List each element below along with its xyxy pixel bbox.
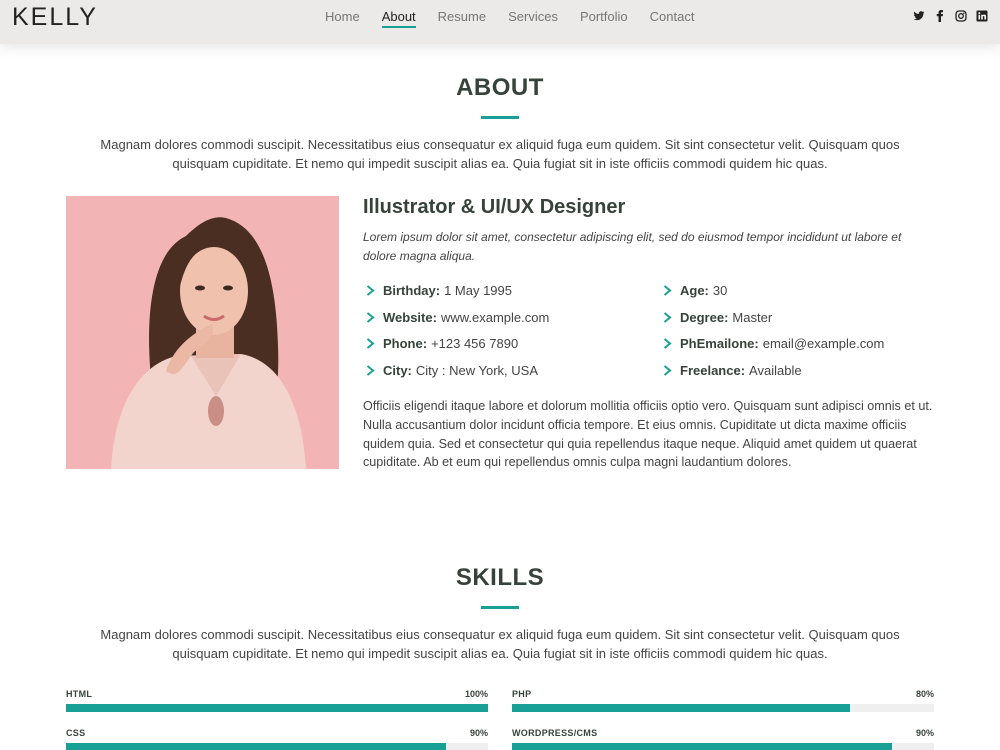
- skills-title: SKILLS: [455, 564, 545, 591]
- info-item-phone: Phone: +123 456 7890: [363, 330, 633, 357]
- profile-photo: [66, 196, 339, 469]
- info-list-right: Age: 30 Degree: Master PhEmailone: email…: [660, 277, 930, 384]
- chevron-right-icon: [363, 338, 383, 349]
- twitter-icon[interactable]: [913, 10, 925, 22]
- chevron-right-icon: [660, 365, 680, 376]
- social-links: [913, 10, 988, 22]
- chevron-right-icon: [660, 338, 680, 349]
- info-item-age: Age: 30: [660, 277, 930, 304]
- skill-progress-track: [512, 704, 934, 712]
- info-key: City:: [383, 362, 412, 378]
- main-nav: Home About Resume Services Portfolio Con…: [314, 0, 705, 44]
- skill-progress-fill: [512, 704, 850, 712]
- info-value: Master: [732, 309, 773, 325]
- info-key: Birthday:: [383, 282, 441, 298]
- about-paragraph: Officiis eligendi itaque labore et dolor…: [363, 399, 933, 470]
- info-value: email@example.com: [762, 336, 885, 352]
- info-item-city: City: City : New York, USA: [363, 357, 633, 384]
- skill-name: WORDPRESS/CMS: [512, 728, 598, 738]
- skill-css: CSS 90%: [66, 728, 488, 750]
- info-value: Available: [749, 362, 802, 378]
- role-lead: Lorem ipsum dolor sit amet, consectetur …: [363, 230, 902, 263]
- skill-value: 90%: [915, 728, 934, 738]
- info-key: PhEmailone:: [680, 336, 759, 352]
- nav-portfolio[interactable]: Portfolio: [569, 0, 639, 44]
- info-value: City : New York, USA: [415, 362, 538, 378]
- info-key: Age:: [680, 282, 709, 298]
- info-key: Website:: [383, 309, 437, 325]
- info-item-email: PhEmailone: email@example.com: [660, 330, 930, 357]
- info-key: Degree:: [680, 309, 729, 325]
- skill-value: 100%: [464, 689, 488, 699]
- skill-wordpress: WORDPRESS/CMS 90%: [512, 728, 934, 750]
- chevron-right-icon: [660, 285, 680, 296]
- skill-progress-track: [66, 704, 488, 712]
- info-key: Freelance:: [680, 362, 746, 378]
- info-item-degree: Degree: Master: [660, 304, 930, 331]
- skill-value: 90%: [469, 728, 488, 738]
- skill-value: 80%: [915, 689, 934, 699]
- about-description: Magnam dolores commodi suscipit. Necessi…: [100, 137, 900, 171]
- skill-php: PHP 80%: [512, 689, 934, 719]
- skills-description: Magnam dolores commodi suscipit. Necessi…: [100, 627, 900, 661]
- skill-progress-fill: [66, 743, 446, 750]
- skill-html: HTML 100%: [66, 689, 488, 719]
- chevron-right-icon: [660, 311, 680, 323]
- chevron-right-icon: [363, 365, 383, 376]
- nav-home[interactable]: Home: [314, 0, 371, 44]
- linkedin-icon[interactable]: [976, 10, 988, 22]
- site-logo[interactable]: KELLY: [12, 3, 98, 32]
- role-title: Illustrator & UI/UX Designer: [363, 196, 626, 218]
- nav-about[interactable]: About: [371, 0, 427, 44]
- nav-contact[interactable]: Contact: [639, 0, 706, 44]
- about-title-underline: [481, 116, 519, 119]
- skill-name: CSS: [66, 728, 86, 738]
- skill-progress-fill: [512, 743, 892, 750]
- about-title: ABOUT: [456, 74, 544, 101]
- facebook-icon[interactable]: [934, 10, 946, 22]
- site-header: KELLY Home About Resume Services Portfol…: [0, 0, 1000, 44]
- info-value: www.example.com: [440, 309, 550, 325]
- nav-services[interactable]: Services: [497, 0, 569, 44]
- instagram-icon[interactable]: [955, 10, 967, 22]
- info-item-birthday: Birthday: 1 May 1995: [363, 277, 633, 304]
- info-list-left: Birthday: 1 May 1995 Website: www.exampl…: [363, 277, 633, 384]
- skill-name: HTML: [66, 689, 93, 699]
- chevron-right-icon: [363, 311, 383, 323]
- skill-progress-track: [66, 743, 488, 750]
- chevron-right-icon: [363, 285, 383, 296]
- skills-title-underline: [481, 606, 519, 609]
- info-item-freelance: Freelance: Available: [660, 357, 930, 384]
- info-value: +123 456 7890: [431, 336, 519, 352]
- info-value: 30: [712, 282, 728, 298]
- skill-progress-track: [512, 743, 934, 750]
- info-value: 1 May 1995: [444, 282, 512, 298]
- nav-resume[interactable]: Resume: [427, 0, 497, 44]
- info-item-website: Website: www.example.com: [363, 304, 633, 331]
- info-key: Phone:: [383, 336, 428, 352]
- skill-progress-fill: [66, 704, 488, 712]
- skill-name: PHP: [512, 689, 532, 699]
